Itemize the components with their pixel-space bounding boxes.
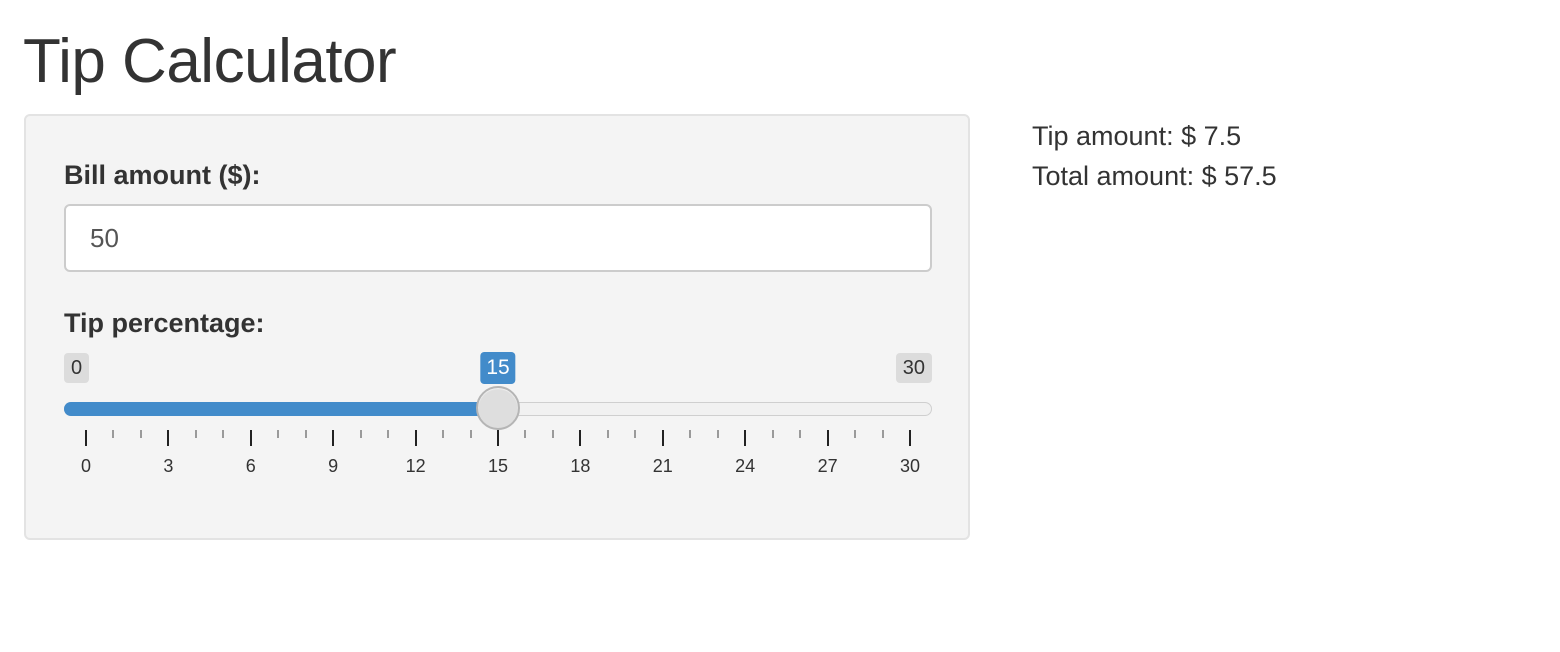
slider-major-tick bbox=[579, 430, 582, 446]
bill-amount-input[interactable] bbox=[64, 204, 932, 272]
slider-minor-tick bbox=[112, 430, 115, 438]
results-output: Tip amount: $ 7.5 Total amount: $ 57.5 bbox=[1032, 116, 1277, 196]
slider-major-tick bbox=[744, 430, 747, 446]
slider-minor-tick bbox=[771, 430, 774, 438]
tip-percentage-label: Tip percentage: bbox=[64, 308, 265, 338]
slider-tick-label: 12 bbox=[405, 456, 426, 476]
slider-minor-tick bbox=[359, 430, 362, 438]
slider-tick-label: 30 bbox=[899, 456, 921, 476]
slider-tick-label: 6 bbox=[245, 456, 256, 476]
slider-minor-tick bbox=[881, 430, 884, 438]
slider-major-tick bbox=[332, 430, 335, 446]
slider-major-tick bbox=[497, 430, 499, 446]
slider-tick-label: 24 bbox=[735, 456, 756, 476]
bill-amount-label: Bill amount ($): bbox=[64, 160, 261, 190]
slider-tick-label: 9 bbox=[328, 456, 339, 476]
slider-major-tick bbox=[826, 430, 829, 446]
slider-minor-tick bbox=[689, 430, 692, 438]
page-title: Tip Calculator bbox=[23, 27, 397, 96]
slider-tick-label: 3 bbox=[163, 456, 174, 476]
slider-major-tick bbox=[249, 430, 252, 446]
slider-minor-tick bbox=[387, 430, 390, 438]
slider-minor-tick bbox=[304, 430, 307, 438]
slider-tick-label: 21 bbox=[652, 456, 673, 476]
slider-minor-tick bbox=[442, 430, 445, 438]
slider-tick-label: 0 bbox=[80, 456, 92, 476]
slider-minor-tick bbox=[716, 430, 719, 438]
input-panel: Bill amount ($): Tip percentage: 0 30 15… bbox=[24, 114, 970, 540]
slider-minor-tick bbox=[139, 430, 142, 438]
slider-major-tick bbox=[167, 430, 170, 446]
slider-minor-tick bbox=[524, 430, 527, 438]
slider-minor-tick bbox=[194, 430, 197, 438]
slider-minor-tick bbox=[799, 430, 802, 438]
slider-minor-tick bbox=[277, 430, 280, 438]
slider-minor-tick bbox=[551, 430, 554, 438]
slider-minor-tick bbox=[469, 430, 472, 438]
slider-major-tick bbox=[909, 430, 911, 446]
slider-minor-tick bbox=[854, 430, 857, 438]
slider-minor-tick bbox=[606, 430, 609, 438]
slider-minor-tick bbox=[222, 430, 225, 438]
slider-tick-label: 15 bbox=[487, 456, 509, 476]
slider-major-tick bbox=[414, 430, 417, 446]
slider-handle[interactable] bbox=[476, 386, 520, 430]
tip-percentage-slider[interactable]: 0 30 15 0 3 6 9 12 15 18 21 24 27 30 bbox=[64, 352, 932, 482]
slider-minor-tick bbox=[634, 430, 637, 438]
slider-major-tick bbox=[85, 430, 87, 446]
slider-major-tick bbox=[661, 430, 664, 446]
total-amount-text: Total amount: $ 57.5 bbox=[1032, 161, 1277, 191]
tip-amount-text: Tip amount: $ 7.5 bbox=[1032, 121, 1242, 151]
slider-tick-label: 27 bbox=[817, 456, 838, 476]
slider-tick-label: 18 bbox=[570, 456, 591, 476]
